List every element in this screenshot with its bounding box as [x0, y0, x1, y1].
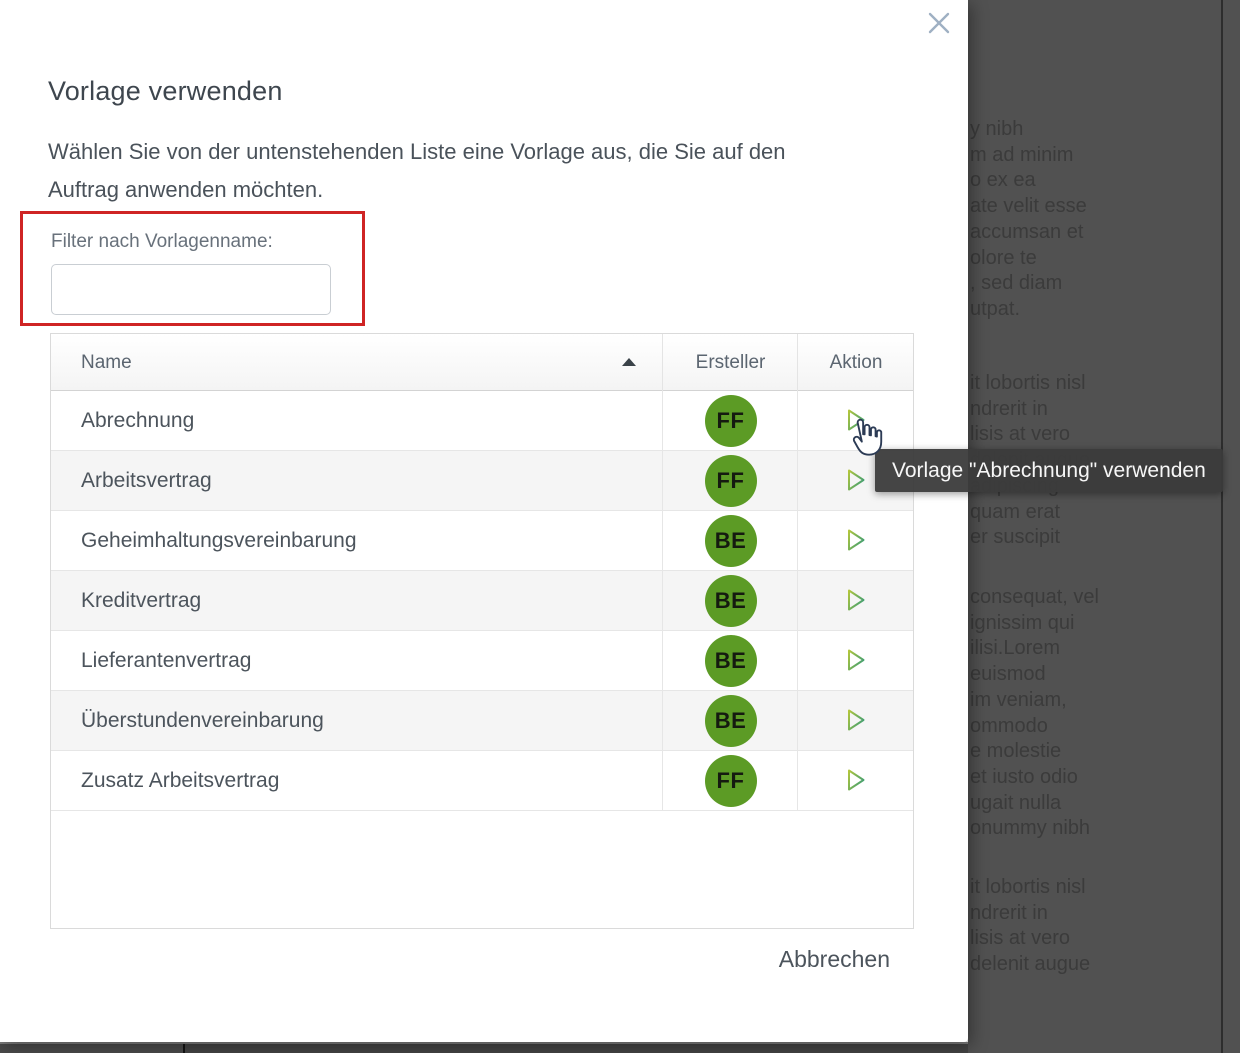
background-text-line: lisis at vero [970, 422, 1230, 448]
hand-cursor-icon [845, 418, 883, 465]
bottom-strip-divider [183, 1044, 185, 1053]
creator-cell: FF [664, 451, 798, 511]
filter-input[interactable] [51, 264, 331, 315]
template-name: Geheimhaltungsvereinbarung [51, 511, 663, 571]
dialog-description: Wählen Sie von der untenstehenden Liste … [48, 133, 878, 209]
table-header: Name Ersteller Aktion [51, 334, 913, 391]
play-icon[interactable] [843, 467, 869, 495]
creator-avatar: BE [705, 635, 757, 687]
creator-avatar: FF [705, 755, 757, 807]
background-text-line: ignissim qui [970, 611, 1230, 637]
sort-ascending-icon [622, 358, 636, 366]
creator-cell: FF [664, 391, 798, 451]
action-cell [799, 511, 913, 571]
creator-cell: FF [664, 751, 798, 811]
creator-avatar: FF [705, 395, 757, 447]
table-row[interactable]: Kreditvertrag BE [51, 571, 913, 631]
tooltip: Vorlage "Abrechnung" verwenden [875, 449, 1223, 492]
background-text-line: er suscipit [970, 525, 1230, 551]
column-header-name-label: Name [81, 352, 132, 373]
background-text-block: it lobortis nislndrerit inlisis at verod… [970, 875, 1230, 978]
background-text-line: onummy nibh [970, 816, 1230, 842]
annotation-red-box: Filter nach Vorlagenname: [20, 211, 365, 326]
background-text-block: consequat, velignissim quiilisi.Loremeui… [970, 585, 1230, 842]
creator-avatar: BE [705, 695, 757, 747]
creator-avatar: BE [705, 575, 757, 627]
play-icon[interactable] [843, 767, 869, 795]
action-cell [799, 631, 913, 691]
table-row[interactable]: Zusatz Arbeitsvertrag FF [51, 751, 913, 811]
template-name: Arbeitsvertrag [51, 451, 663, 511]
play-icon[interactable] [843, 707, 869, 735]
background-text-line: utpat. [970, 297, 1230, 323]
dialog-title: Vorlage verwenden [48, 76, 283, 107]
background-text-line: m ad minim [970, 143, 1230, 169]
background-text-line: e molestie [970, 739, 1230, 765]
play-icon[interactable] [843, 647, 869, 675]
creator-cell: BE [664, 571, 798, 631]
bottom-strip-left-segment [0, 1044, 183, 1053]
creator-avatar: FF [705, 455, 757, 507]
play-icon[interactable] [843, 587, 869, 615]
table-row[interactable]: Geheimhaltungsvereinbarung BE [51, 511, 913, 571]
column-header-name[interactable]: Name [51, 334, 663, 391]
background-bottom-strip [0, 1042, 968, 1053]
template-name: Überstundenvereinbarung [51, 691, 663, 751]
dimmed-background-page: y nibhm ad minimo ex eaate velit esseacc… [968, 0, 1240, 1053]
background-text-line: quam erat [970, 500, 1230, 526]
background-text-line: ndrerit in [970, 901, 1230, 927]
template-name: Lieferantenvertrag [51, 631, 663, 691]
template-name: Kreditvertrag [51, 571, 663, 631]
column-header-aktion-label: Aktion [830, 352, 883, 373]
action-cell [799, 571, 913, 631]
background-text-line: , sed diam [970, 271, 1230, 297]
creator-cell: BE [664, 691, 798, 751]
background-text-line: accumsan et [970, 220, 1230, 246]
background-text-line: delenit augue [970, 952, 1230, 978]
background-text-line: ate velit esse [970, 194, 1230, 220]
table-row[interactable]: Abrechnung FF [51, 391, 913, 451]
cancel-button[interactable]: Abbrechen [779, 946, 890, 973]
background-text-line: ilisi.Lorem [970, 636, 1230, 662]
background-text-line: y nibh [970, 117, 1230, 143]
background-text-line: ommodo [970, 714, 1230, 740]
background-text-line: lisis at vero [970, 926, 1230, 952]
background-text-line: ndrerit in [970, 397, 1230, 423]
creator-cell: BE [664, 511, 798, 571]
creator-cell: BE [664, 631, 798, 691]
column-header-aktion: Aktion [799, 334, 913, 391]
template-name: Abrechnung [51, 391, 663, 451]
column-header-ersteller-label: Ersteller [696, 352, 766, 373]
background-text-line: consequat, vel [970, 585, 1230, 611]
vorlage-verwenden-dialog: Vorlage verwenden Wählen Sie von der unt… [0, 0, 968, 1042]
table-row[interactable]: Arbeitsvertrag FF [51, 451, 913, 511]
templates-table: Name Ersteller Aktion Abrechnung FF Arbe… [50, 333, 914, 929]
background-text-line: it lobortis nisl [970, 371, 1230, 397]
background-text-line: ugait nulla [970, 791, 1230, 817]
action-cell [799, 751, 913, 811]
background-text-line: im veniam, [970, 688, 1230, 714]
background-text-line: euismod [970, 662, 1230, 688]
background-text-line: it lobortis nisl [970, 875, 1230, 901]
action-cell [799, 691, 913, 751]
background-text-line: o ex ea [970, 168, 1230, 194]
play-icon[interactable] [843, 527, 869, 555]
creator-avatar: BE [705, 515, 757, 567]
table-row[interactable]: Lieferantenvertrag BE [51, 631, 913, 691]
background-text-line: olore te [970, 246, 1230, 272]
template-name: Zusatz Arbeitsvertrag [51, 751, 663, 811]
background-text-block: y nibhm ad minimo ex eaate velit esseacc… [970, 117, 1230, 323]
close-icon[interactable] [922, 6, 956, 40]
background-vertical-divider [1221, 0, 1223, 1053]
table-row[interactable]: Überstundenvereinbarung BE [51, 691, 913, 751]
background-text-line: et iusto odio [970, 765, 1230, 791]
column-header-ersteller: Ersteller [664, 334, 798, 391]
filter-label: Filter nach Vorlagenname: [51, 231, 273, 253]
